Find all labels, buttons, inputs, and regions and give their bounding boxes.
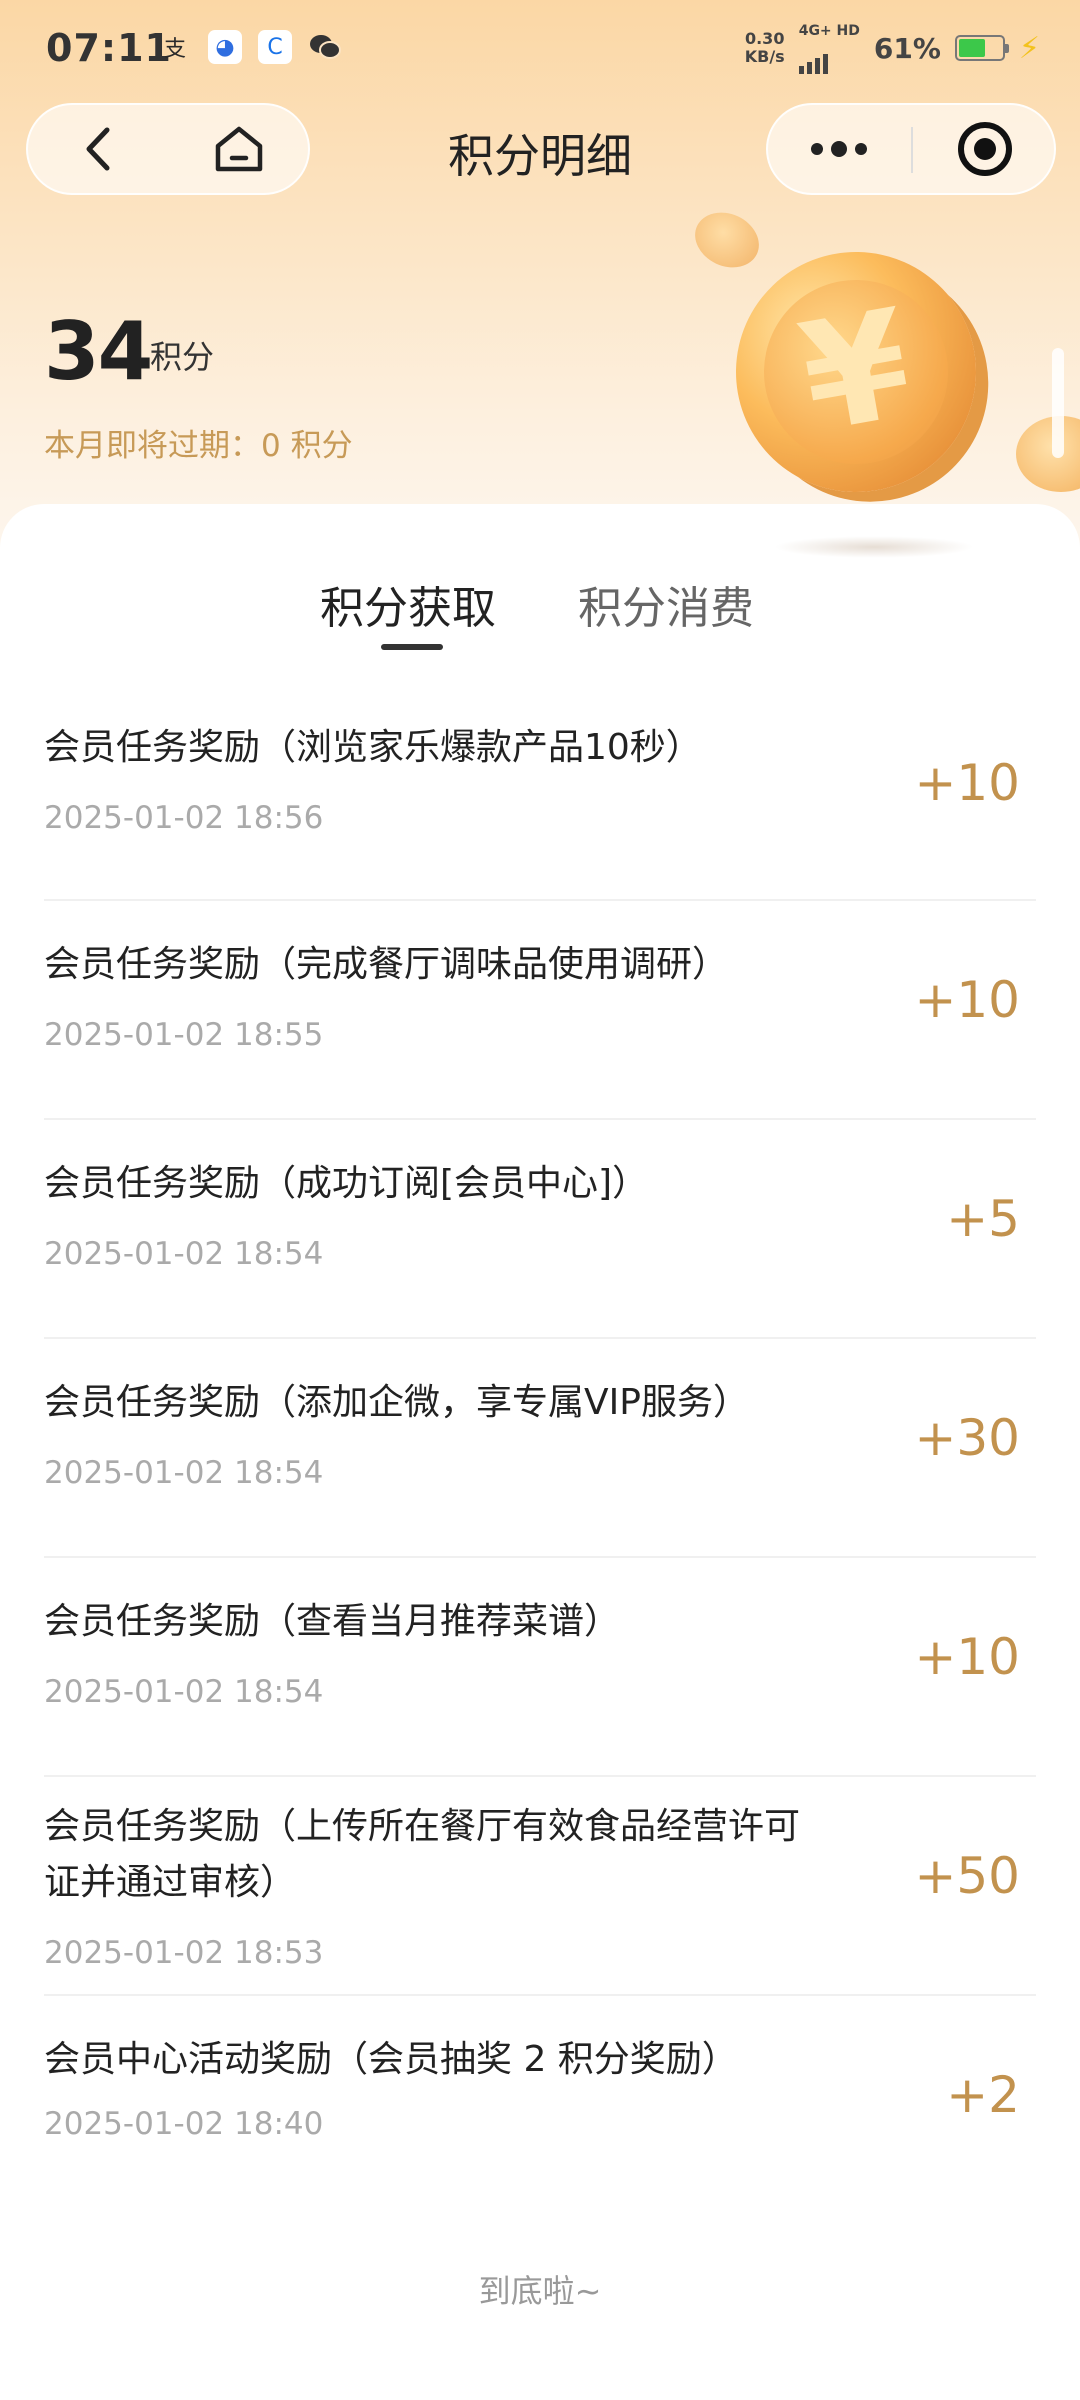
home-button[interactable] <box>168 105 310 193</box>
record-date: 2025-01-02 18:54 <box>44 1455 324 1491</box>
points-unit: 积分 <box>150 338 215 376</box>
header-background: 07:11 支 ◕ C 0.30 KB/s 4G+ HD 61% ⚡ 积分明细 … <box>0 0 1080 560</box>
record-date: 2025-01-02 18:53 <box>44 1935 324 1971</box>
small-coin-icon <box>686 202 768 278</box>
expiring-points: 本月即将过期：0 积分 <box>44 428 353 464</box>
list-item: 会员任务奖励（上传所在餐厅有效食品经营许可证并通过审核） 2025-01-02 … <box>44 1777 1036 1996</box>
record-title: 会员中心活动奖励（会员抽奖 2 积分奖励） <box>44 2039 738 2080</box>
alipay-icon: 支 <box>163 37 186 62</box>
capsule-divider <box>911 127 913 173</box>
record-title: 会员任务奖励（查看当月推荐菜谱） <box>44 1601 621 1642</box>
record-date: 2025-01-02 18:54 <box>44 1236 324 1272</box>
cellular-signal-icon: 4G+ HD <box>798 22 860 74</box>
browser-icon: C <box>258 30 292 64</box>
nav-capsule-right <box>766 103 1056 195</box>
edge-coin-icon <box>1016 416 1080 492</box>
status-time: 07:11 <box>46 26 172 70</box>
record-title: 会员任务奖励（完成餐厅调味品使用调研） <box>44 944 729 985</box>
notification-icons: 支 ◕ C <box>158 30 342 64</box>
records-list: 会员任务奖励（浏览家乐爆款产品10秒） 2025-01-02 18:56 +10… <box>44 682 1036 2186</box>
record-date: 2025-01-02 18:56 <box>44 800 324 836</box>
status-right: 0.30 KB/s 4G+ HD 61% ⚡ <box>745 22 1040 74</box>
record-points: +10 <box>914 1628 1020 1686</box>
tab-earn[interactable]: 积分获取 <box>320 572 496 636</box>
nav-capsule-left <box>26 103 310 195</box>
active-tab-underline <box>381 644 443 650</box>
target-close-icon <box>958 122 1012 176</box>
record-title: 会员任务奖励（浏览家乐爆款产品10秒） <box>44 727 702 768</box>
more-button[interactable] <box>768 105 910 193</box>
scroll-indicator <box>1052 348 1064 458</box>
charging-icon: ⚡ <box>1018 30 1040 66</box>
baidu-icon: ◕ <box>208 30 242 64</box>
list-item: 会员任务奖励（完成餐厅调味品使用调研） 2025-01-02 18:55 +10 <box>44 901 1036 1120</box>
coin-shadow <box>774 536 974 558</box>
record-points: +10 <box>914 971 1020 1029</box>
record-points: +30 <box>914 1409 1020 1467</box>
page-title: 积分明细 <box>448 129 632 183</box>
record-points: +50 <box>914 1847 1020 1905</box>
wechat-icon <box>308 30 342 64</box>
tab-bar: 积分获取 积分消费 <box>0 572 1080 652</box>
list-item: 会员任务奖励（浏览家乐爆款产品10秒） 2025-01-02 18:56 +10 <box>44 682 1036 901</box>
points-balance: 34 <box>44 305 153 398</box>
list-item: 会员中心活动奖励（会员抽奖 2 积分奖励） 2025-01-02 18:40 +… <box>44 1996 1036 2186</box>
battery-icon <box>954 35 1009 61</box>
more-dots-icon <box>811 141 867 157</box>
list-item: 会员任务奖励（添加企微，享专属VIP服务） 2025-01-02 18:54 +… <box>44 1339 1036 1558</box>
record-date: 2025-01-02 18:55 <box>44 1017 324 1053</box>
record-points: +2 <box>946 2066 1020 2124</box>
close-miniapp-button[interactable] <box>914 105 1056 193</box>
records-card: 积分获取 积分消费 会员任务奖励（浏览家乐爆款产品10秒） 2025-01-02… <box>0 504 1080 2400</box>
battery-percent: 61% <box>873 31 941 65</box>
record-title: 会员任务奖励（成功订阅[会员中心]） <box>44 1163 649 1204</box>
record-date: 2025-01-02 18:40 <box>44 2106 324 2142</box>
list-item: 会员任务奖励（成功订阅[会员中心]） 2025-01-02 18:54 +5 <box>44 1120 1036 1339</box>
yuan-coin-icon: ¥ <box>716 232 996 512</box>
status-bar: 07:11 支 ◕ C 0.30 KB/s 4G+ HD 61% ⚡ <box>0 0 1080 100</box>
record-title: 会员任务奖励（添加企微，享专属VIP服务） <box>44 1382 749 1423</box>
record-points: +10 <box>914 754 1020 812</box>
end-of-list-text: 到底啦~ <box>478 2272 602 2310</box>
record-date: 2025-01-02 18:54 <box>44 1674 324 1710</box>
list-item: 会员任务奖励（查看当月推荐菜谱） 2025-01-02 18:54 +10 <box>44 1558 1036 1777</box>
record-title: 会员任务奖励（上传所在餐厅有效食品经营许可证并通过审核） <box>44 1806 801 1903</box>
network-speed: 0.30 KB/s <box>744 29 785 66</box>
home-icon <box>215 126 263 172</box>
tab-spend[interactable]: 积分消费 <box>578 572 754 636</box>
back-button[interactable] <box>28 105 170 193</box>
record-points: +5 <box>946 1190 1020 1248</box>
back-chevron-icon <box>86 127 110 171</box>
